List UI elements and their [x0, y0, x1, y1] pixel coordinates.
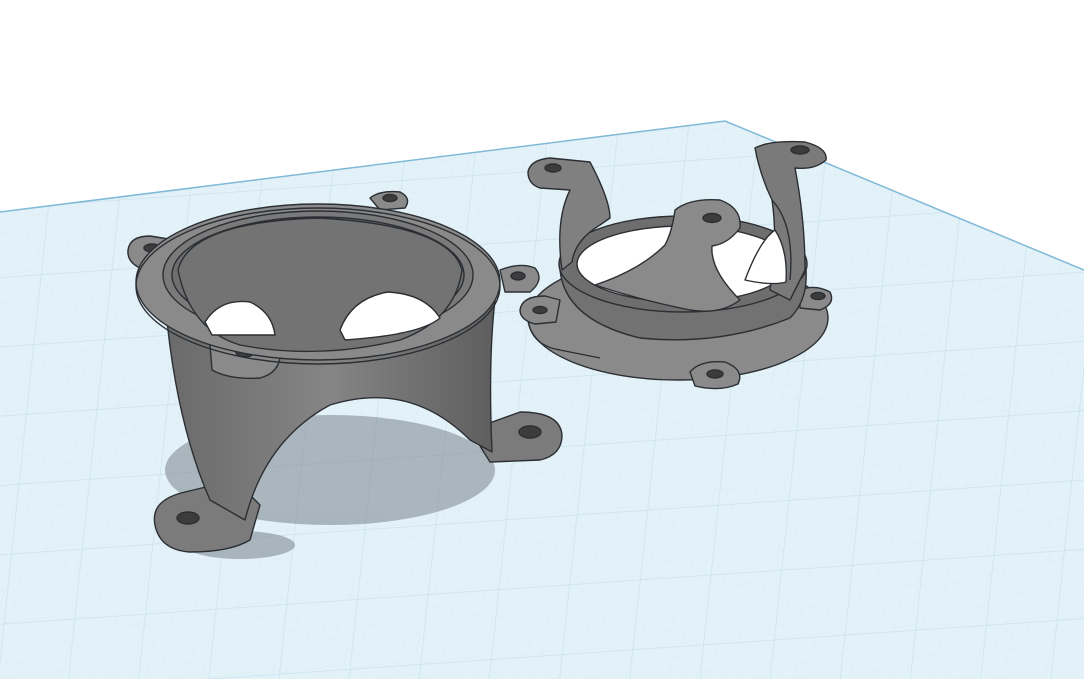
workplane-viewport[interactable]	[0, 0, 1084, 679]
workplane-grid[interactable]	[0, 120, 1084, 679]
scene-canvas[interactable]	[0, 0, 1084, 679]
